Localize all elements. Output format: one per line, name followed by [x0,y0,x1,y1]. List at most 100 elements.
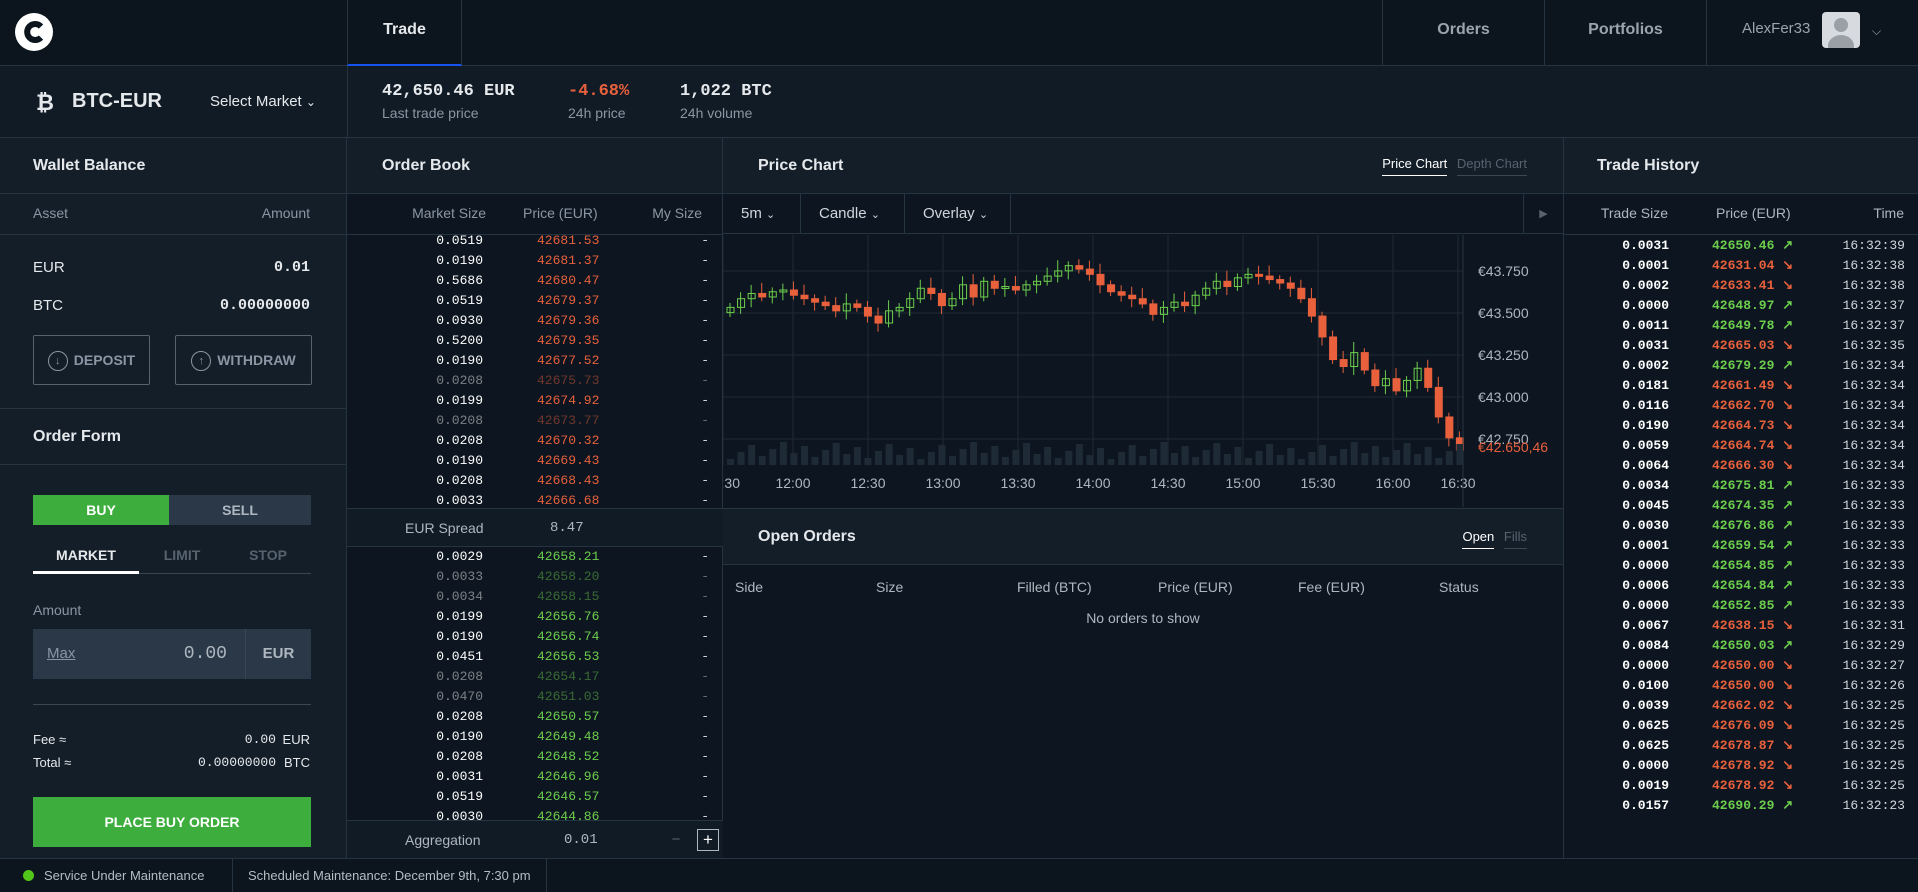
trade-history-row: 0.0000 42678.92 ↘ 16:32:25 [1564,755,1918,775]
coinbase-logo-icon[interactable] [14,12,54,52]
candle-body [1202,287,1211,296]
order-book-row[interactable]: 0.5686 42680.47 - [347,270,723,290]
candle-body [863,306,872,317]
arrow-up-right-icon: ↗ [1782,478,1794,493]
order-book-row[interactable]: 0.0519 42681.53 - [347,230,723,250]
order-book-row[interactable]: 0.0208 42675.73 - [347,370,723,390]
amount-input[interactable]: 0.00 [184,644,227,664]
candle-chart[interactable]: €43.750€43.500€43.250€43.000€42.750€42.6… [723,235,1563,507]
order-book-row[interactable]: 0.0190 42681.37 - [347,250,723,270]
amount-label: Amount [33,602,82,618]
order-book-row[interactable]: 0.0519 42679.37 - [347,290,723,310]
avatar[interactable] [1822,12,1860,48]
trade-time: 16:32:31 [1842,618,1905,633]
order-book-row[interactable]: 0.0034 42658.15 - [347,586,723,606]
trade-size: 0.0084 [1622,638,1669,653]
play-icon[interactable]: ▶ [1523,194,1563,234]
maintenance-notice[interactable]: Scheduled Maintenance: December 9th, 7:3… [248,868,531,883]
candle-body [1138,298,1147,305]
chart-type-dropdown[interactable]: Candle ⌄ [801,194,905,234]
trade-price: 42648.97 ↗ [1712,298,1794,313]
price-tick-label: €43.750 [1478,263,1529,279]
volume-bar [991,446,999,465]
order-book-row[interactable]: 0.0519 42646.57 - [347,786,723,806]
order-book-row[interactable]: 0.0208 42654.17 - [347,666,723,686]
trade-time: 16:32:29 [1842,638,1905,653]
arrow-down-right-icon: ↘ [1782,458,1794,473]
tab-open[interactable]: Open [1462,529,1495,549]
market-size: 0.0199 [436,393,483,408]
max-link[interactable]: Max [47,645,75,662]
nav-user[interactable] [1706,0,1918,66]
price-change: -4.68% [568,82,630,101]
order-book-row[interactable]: 0.0470 42651.03 - [347,686,723,706]
tab-market[interactable]: MARKET [33,547,139,574]
market-size: 0.0208 [436,669,483,684]
amount-field[interactable]: Max 0.00 EUR [33,629,311,679]
open-orders-tabs: Open Fills [1462,529,1527,549]
arrow-down-right-icon: ↘ [1782,338,1794,353]
chevron-down-icon[interactable]: ⌵ [1872,24,1881,39]
time-tick-label: 14:30 [1150,475,1185,491]
interval-dropdown[interactable]: 5m ⌄ [723,194,801,234]
order-book-row[interactable]: 0.0033 42658.20 - [347,566,723,586]
arrow-down-right-icon: ↘ [1782,378,1794,393]
divider [33,704,311,705]
order-book-row[interactable]: 0.0199 42674.92 - [347,390,723,410]
time-tick-label: 16:00 [1375,475,1410,491]
order-book-row[interactable]: 0.5200 42679.35 - [347,330,723,350]
order-book-row[interactable]: 0.0031 42646.96 - [347,766,723,786]
nav-portfolios[interactable]: Portfolios [1544,0,1706,66]
tab-depth-chart[interactable]: Depth Chart [1456,156,1527,176]
wallet-balance-panel: Wallet Balance Asset Amount EUR 0.01 BTC… [0,138,347,408]
arrow-up-right-icon: ↗ [1782,538,1794,553]
order-book-row[interactable]: 0.0190 42669.43 - [347,450,723,470]
aggregation-decrease-button[interactable]: − [665,829,687,851]
overlay-dropdown[interactable]: Overlay ⌄ [905,194,1011,234]
trade-history-header: Trade History [1564,138,1918,194]
place-buy-order-button[interactable]: PLACE BUY ORDER [33,797,311,847]
withdraw-button[interactable]: ↑ WITHDRAW [175,335,312,385]
trade-time: 16:32:39 [1842,238,1905,253]
service-status[interactable]: Service Under Maintenance [44,868,204,883]
select-market-label: Select Market [210,93,302,110]
trade-time: 16:32:26 [1842,678,1905,693]
order-book-row[interactable]: 0.0208 42648.52 - [347,746,723,766]
order-book-row[interactable]: 0.0190 42677.52 - [347,350,723,370]
chevron-down-icon: ⌄ [978,209,989,221]
divider [0,234,347,235]
tab-trade[interactable]: Trade [347,0,462,66]
col-side: Side [735,579,764,595]
order-book-row[interactable]: 0.0930 42679.36 - [347,310,723,330]
tab-stop[interactable]: STOP [225,547,311,563]
volume-bar [832,443,840,465]
order-book-row[interactable]: 0.0208 42668.43 - [347,470,723,490]
buy-tab[interactable]: BUY [33,495,169,525]
order-book-row[interactable]: 0.0451 42656.53 - [347,646,723,666]
username[interactable]: AlexFer33 [1742,20,1810,37]
order-book-row[interactable]: 0.0208 42673.77 - [347,410,723,430]
order-book-row[interactable]: 0.0029 42658.21 - [347,546,723,566]
my-size: - [701,393,709,408]
order-book-row[interactable]: 0.0190 42649.48 - [347,726,723,746]
order-book-row[interactable]: 0.0208 42650.57 - [347,706,723,726]
tab-fills[interactable]: Fills [1503,529,1527,549]
volume-bar [1128,445,1136,465]
order-book-row[interactable]: 0.0199 42656.76 - [347,606,723,626]
deposit-button[interactable]: ↓ DEPOSIT [33,335,150,385]
order-book-row[interactable]: 0.0190 42656.74 - [347,626,723,646]
select-market-dropdown[interactable]: Select Market ⌄ [210,93,316,110]
nav-orders[interactable]: Orders [1382,0,1544,66]
arrow-down-right-icon: ↘ [1782,438,1794,453]
order-book-row[interactable]: 0.0208 42670.32 - [347,430,723,450]
tab-limit[interactable]: LIMIT [139,547,225,563]
volume-bar [1287,448,1295,465]
aggregation-increase-button[interactable]: + [697,829,719,851]
trade-size: 0.0059 [1622,438,1669,453]
volume-bar [1149,449,1157,465]
volume-bar [864,458,872,465]
order-book-row[interactable]: 0.0033 42666.68 - [347,490,723,510]
tab-price-chart[interactable]: Price Chart [1382,156,1448,176]
sell-tab[interactable]: SELL [169,495,311,525]
candle-body [1107,284,1116,293]
